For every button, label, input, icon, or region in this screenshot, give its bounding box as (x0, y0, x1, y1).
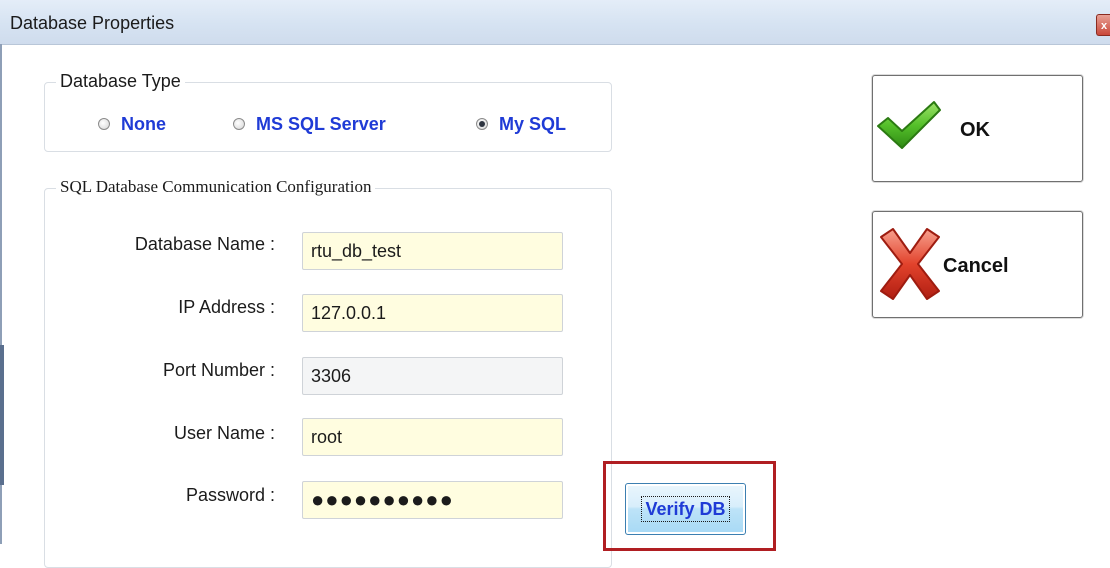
ip-address-label: IP Address : (178, 297, 275, 317)
radio-none-label[interactable]: None (121, 114, 166, 135)
database-name-label: Database Name : (134, 234, 275, 254)
verify-db-button[interactable]: Verify DB (625, 483, 746, 535)
green-checkmark-icon (877, 101, 941, 149)
radio-my-sql[interactable]: My SQL (476, 113, 566, 135)
ok-button[interactable]: OK (872, 75, 1083, 182)
radio-ms-sql-server-label[interactable]: MS SQL Server (256, 114, 386, 135)
radio-none-circle[interactable] (98, 118, 110, 130)
close-button[interactable]: x (1096, 14, 1110, 36)
cancel-button[interactable]: Cancel (872, 211, 1083, 318)
cancel-label: Cancel (943, 255, 1009, 277)
user-name-label: User Name : (173, 423, 275, 443)
ok-label: OK (960, 119, 990, 141)
verify-db-label: Verify DB (641, 495, 730, 522)
sql-config-legend: SQL Database Communication Configuration (56, 177, 376, 197)
port-number-label: Port Number : (162, 360, 275, 380)
red-x-icon (880, 228, 940, 300)
window-title: Database Properties (10, 13, 175, 33)
user-name-input[interactable] (302, 418, 563, 456)
radio-my-sql-circle[interactable] (476, 118, 488, 130)
radio-none[interactable]: None (98, 113, 166, 135)
window-left-border-shadow (0, 345, 4, 485)
radio-ms-sql-server-circle[interactable] (233, 118, 245, 130)
ip-address-input[interactable] (302, 294, 563, 332)
password-label: Password : (185, 485, 275, 505)
database-type-legend: Database Type (56, 71, 185, 92)
close-icon: x (1101, 20, 1108, 32)
title-bar: Database Properties x (0, 0, 1110, 45)
database-name-input[interactable] (302, 232, 563, 270)
radio-my-sql-label[interactable]: My SQL (499, 114, 566, 135)
radio-ms-sql-server[interactable]: MS SQL Server (233, 113, 386, 135)
port-number-input[interactable] (302, 357, 563, 395)
password-input[interactable] (302, 481, 563, 519)
